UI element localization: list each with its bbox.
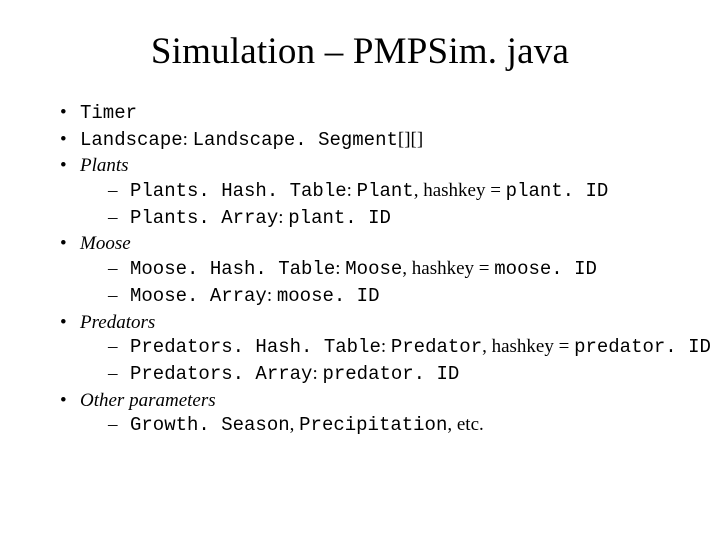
label-plants: Plants xyxy=(80,155,129,176)
other-sublist: Growth. Season, Precipitation, etc. xyxy=(80,413,670,438)
moose-hash-row: Moose. Hash. Table: Moose, hashkey = moo… xyxy=(108,257,670,282)
t: moose. ID xyxy=(494,258,597,280)
sep: : xyxy=(278,207,288,228)
sep: : xyxy=(381,336,391,357)
bullet-plants: Plants Plants. Hash. Table: Plant, hashk… xyxy=(58,154,670,230)
sep: : xyxy=(335,258,345,279)
bullet-moose: Moose Moose. Hash. Table: Moose, hashkey… xyxy=(58,232,670,308)
text-landscape: Landscape xyxy=(80,129,183,151)
slide-title: Simulation – PMPSim. java xyxy=(50,30,670,73)
t: Moose. Hash. Table xyxy=(130,258,335,280)
sep: , xyxy=(290,414,300,435)
slide: Simulation – PMPSim. java Timer Landscap… xyxy=(0,0,720,540)
t: Moose xyxy=(345,258,402,280)
text-landscape-segment: Landscape. Segment xyxy=(193,129,398,151)
t: Predators. Array xyxy=(130,363,312,385)
plants-hash-row: Plants. Hash. Table: Plant, hashkey = pl… xyxy=(108,179,670,204)
text-brackets: [][] xyxy=(398,129,423,150)
plants-sublist: Plants. Hash. Table: Plant, hashkey = pl… xyxy=(80,179,670,230)
t: predator. ID xyxy=(322,363,459,385)
predators-array-row: Predators. Array: predator. ID xyxy=(108,362,670,387)
t: Plants. Array xyxy=(130,207,278,229)
t: Plant xyxy=(357,180,414,202)
t: Predator xyxy=(391,336,482,358)
moose-array-row: Moose. Array: moose. ID xyxy=(108,284,670,309)
mid: , hashkey = xyxy=(414,180,506,201)
label-other: Other parameters xyxy=(80,390,216,411)
t: Moose. Array xyxy=(130,285,267,307)
suffix: , etc. xyxy=(447,414,483,435)
text-timer: Timer xyxy=(80,102,137,124)
t: plant. ID xyxy=(506,180,609,202)
sep: : xyxy=(312,363,322,384)
other-row: Growth. Season, Precipitation, etc. xyxy=(108,413,670,438)
t: plant. ID xyxy=(288,207,391,229)
bullet-predators: Predators Predators. Hash. Table: Predat… xyxy=(58,311,670,387)
label-predators: Predators xyxy=(80,312,155,333)
label-moose: Moose xyxy=(80,233,131,254)
plants-array-row: Plants. Array: plant. ID xyxy=(108,206,670,231)
sep: : xyxy=(267,285,277,306)
sep: : xyxy=(183,129,193,150)
t: Growth. Season xyxy=(130,414,290,436)
t: Precipitation xyxy=(299,414,447,436)
t: Predators. Hash. Table xyxy=(130,336,381,358)
bullet-list: Timer Landscape: Landscape. Segment[][] … xyxy=(50,101,670,438)
predators-sublist: Predators. Hash. Table: Predator, hashke… xyxy=(80,335,670,386)
mid: , hashkey = xyxy=(402,258,494,279)
bullet-other: Other parameters Growth. Season, Precipi… xyxy=(58,389,670,438)
bullet-landscape: Landscape: Landscape. Segment[][] xyxy=(58,128,670,153)
predators-hash-row: Predators. Hash. Table: Predator, hashke… xyxy=(108,335,670,360)
t: predator. ID xyxy=(574,336,711,358)
sep: : xyxy=(347,180,357,201)
t: Plants. Hash. Table xyxy=(130,180,347,202)
bullet-timer: Timer xyxy=(58,101,670,126)
moose-sublist: Moose. Hash. Table: Moose, hashkey = moo… xyxy=(80,257,670,308)
t: moose. ID xyxy=(277,285,380,307)
mid: , hashkey = xyxy=(482,336,574,357)
